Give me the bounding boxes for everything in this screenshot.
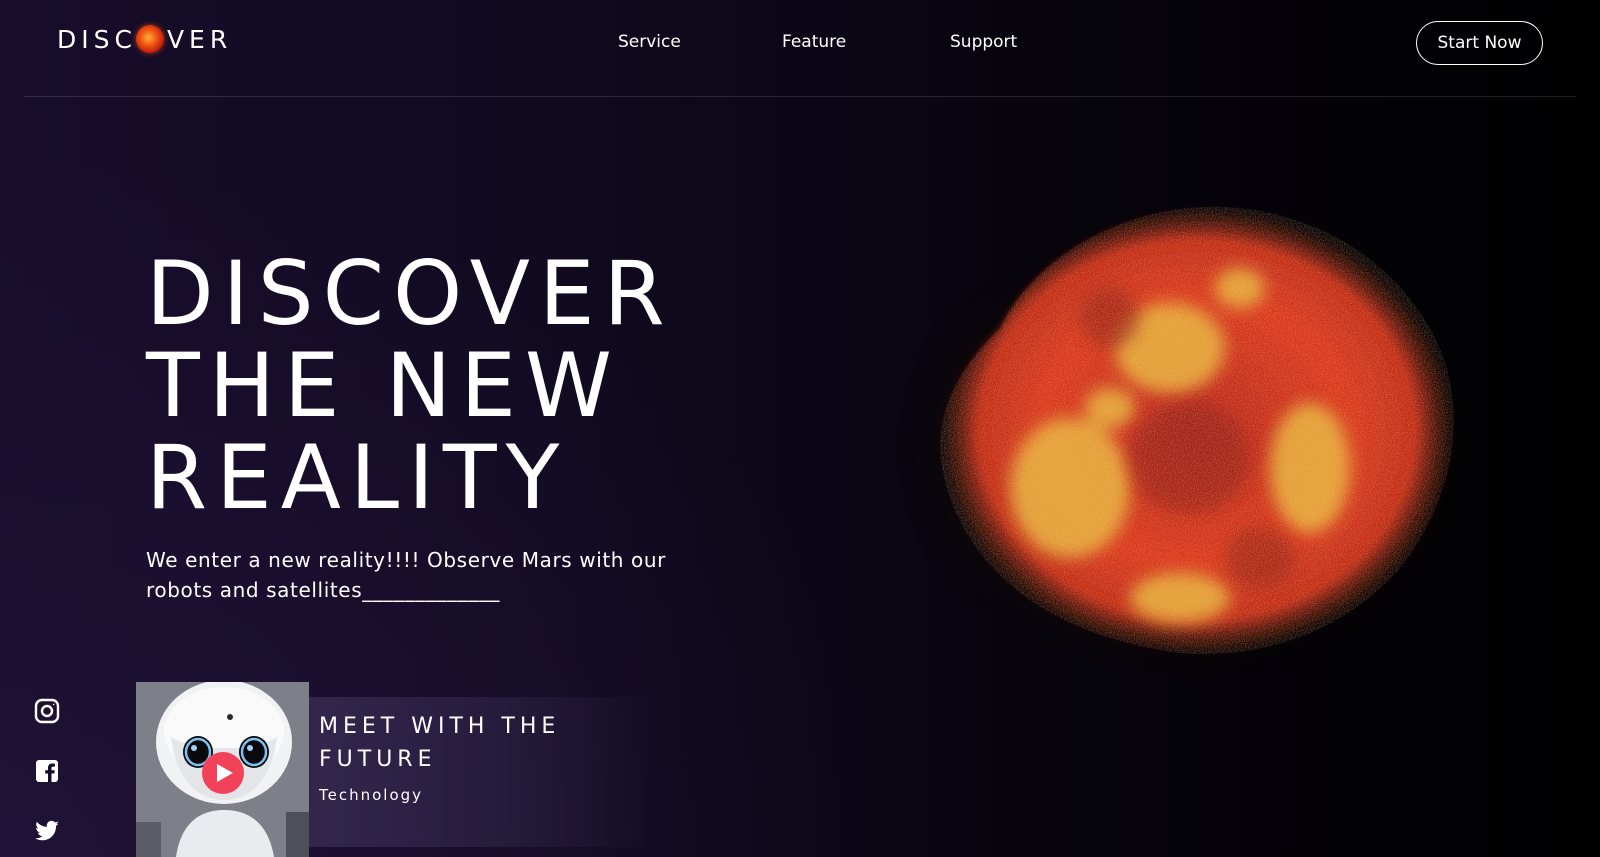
site-header: DISC VER Service Feature Support Start N… [0, 0, 1600, 97]
hero-title: DISCOVER THE NEW REALITY [146, 248, 674, 524]
twitter-icon[interactable] [34, 818, 60, 844]
start-now-button[interactable]: Start Now [1416, 21, 1543, 65]
facebook-icon[interactable] [34, 758, 60, 784]
hero-title-line: REALITY [146, 426, 569, 529]
video-card: MEET WITH THE FUTURE Technology [136, 682, 656, 857]
hero-title-line: DISCOVER [146, 242, 674, 345]
header-divider [24, 96, 1576, 97]
hero-title-line: THE NEW [146, 334, 621, 437]
play-icon [217, 764, 233, 782]
logo[interactable]: DISC VER [57, 22, 232, 56]
instagram-icon[interactable] [34, 698, 60, 724]
card-tag: Technology [319, 786, 424, 804]
hero-subtitle: We enter a new reality!!!! Observe Mars … [146, 548, 666, 602]
logo-text-start: DISC [57, 24, 137, 54]
nav-service[interactable]: Service [618, 32, 681, 52]
card-title: MEET WITH THE FUTURE [319, 714, 561, 772]
robot-image[interactable] [136, 682, 309, 857]
play-button[interactable] [202, 752, 244, 794]
nav-feature[interactable]: Feature [782, 32, 846, 52]
logo-text-end: VER [166, 24, 233, 54]
nav-support[interactable]: Support [950, 32, 1017, 52]
planet-icon [135, 25, 164, 53]
mars-planet-image [880, 178, 1490, 678]
